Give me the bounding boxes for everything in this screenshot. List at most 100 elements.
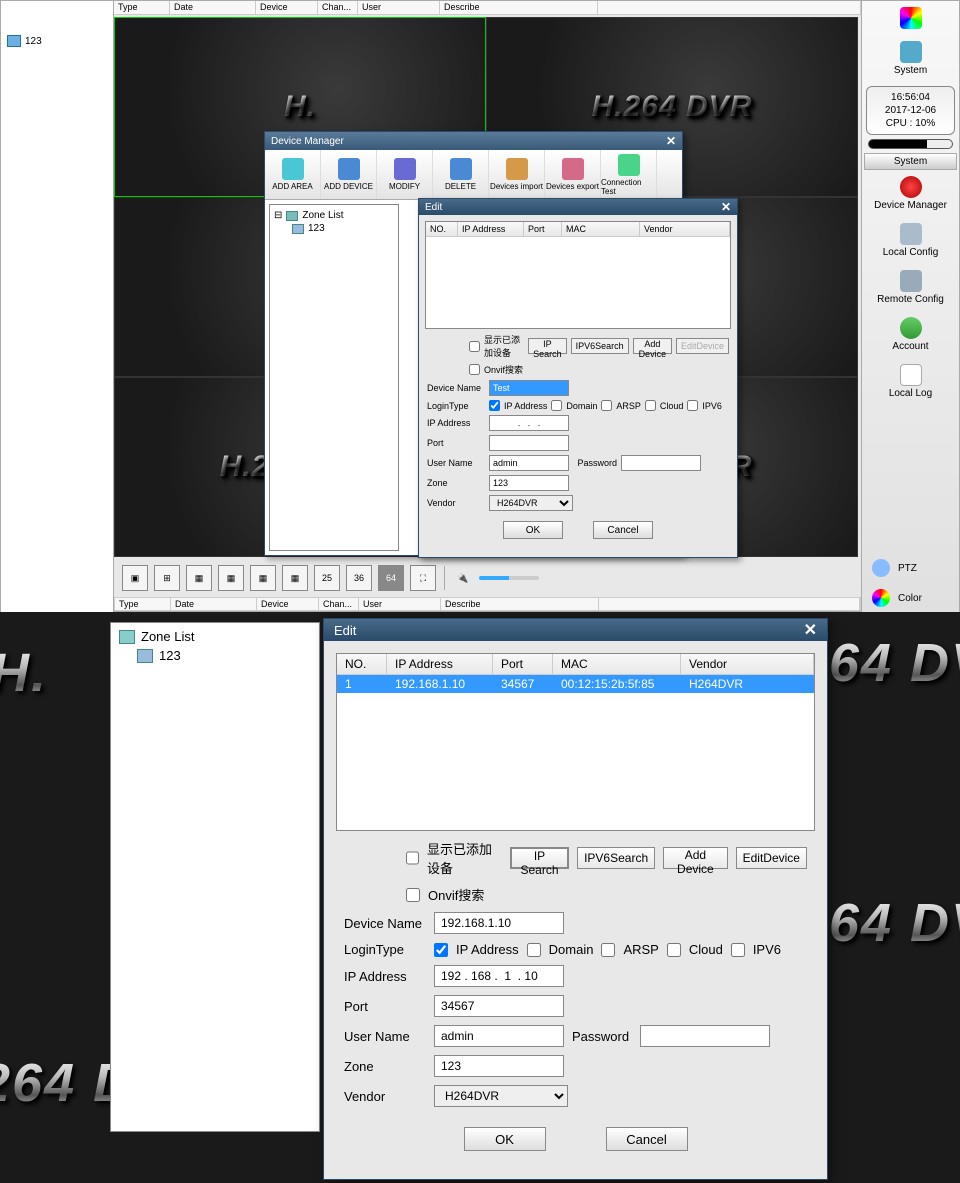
th-mac[interactable]: MAC <box>553 654 681 674</box>
cb-onvif[interactable] <box>406 888 420 902</box>
ip-input[interactable] <box>489 415 569 431</box>
cb-ipv6[interactable] <box>731 943 745 957</box>
cb-ip[interactable] <box>489 400 500 411</box>
layout-64[interactable]: 64 <box>378 565 404 591</box>
th-no[interactable]: NO. <box>337 654 387 674</box>
cb-show-added[interactable] <box>469 341 480 352</box>
cb-ip[interactable] <box>434 943 448 957</box>
dm-titlebar[interactable]: Device Manager ✕ <box>265 132 682 150</box>
cb-domain[interactable] <box>527 943 541 957</box>
dm-add-area[interactable]: ADD AREA <box>265 150 321 199</box>
cancel-button[interactable]: Cancel <box>606 1127 688 1151</box>
layout-4[interactable]: ⊞ <box>154 565 180 591</box>
rp-local-config[interactable]: Local Config <box>862 217 959 264</box>
rp-device-manager[interactable]: Device Manager <box>862 170 959 217</box>
rp-local-log[interactable]: Local Log <box>862 358 959 405</box>
cb-cloud[interactable] <box>645 400 656 411</box>
cb-ipv6[interactable] <box>687 400 698 411</box>
vendor-select[interactable]: H264DVR <box>434 1085 568 1107</box>
col-date-b[interactable]: Date <box>171 598 257 610</box>
th-vendor[interactable]: Vendor <box>640 222 730 236</box>
cb-onvif[interactable] <box>469 364 480 375</box>
plug-icon[interactable]: 🔌 <box>453 565 473 591</box>
edit-large-titlebar[interactable]: Edit ✕ <box>324 619 827 641</box>
th-port[interactable]: Port <box>493 654 553 674</box>
th-vendor[interactable]: Vendor <box>681 654 814 674</box>
zone-input[interactable] <box>489 475 569 491</box>
port-input[interactable] <box>489 435 569 451</box>
cb-show-added[interactable] <box>406 851 419 865</box>
rp-system-top[interactable]: System <box>862 35 959 82</box>
close-icon[interactable]: ✕ <box>721 200 731 214</box>
th-ip[interactable]: IP Address <box>458 222 524 236</box>
dm-conn-test[interactable]: Connection Test <box>601 150 657 199</box>
col-device-b[interactable]: Device <box>257 598 319 610</box>
rp-ptz[interactable]: PTZ <box>862 553 959 583</box>
th-no[interactable]: NO. <box>426 222 458 236</box>
add-device-button[interactable]: Add Device <box>633 338 672 354</box>
device-name-input[interactable] <box>434 912 564 934</box>
rp-color[interactable]: Color <box>862 583 959 613</box>
cb-arsp[interactable] <box>601 943 615 957</box>
rp-remote-config[interactable]: Remote Config <box>862 264 959 311</box>
ip-search-button[interactable]: IP Search <box>528 338 567 354</box>
username-input[interactable] <box>489 455 569 471</box>
zone-input[interactable] <box>434 1055 564 1077</box>
col-date[interactable]: Date <box>170 1 256 14</box>
rp-account[interactable]: Account <box>862 311 959 358</box>
col-user-b[interactable]: User <box>359 598 441 610</box>
layout-36[interactable]: 36 <box>346 565 372 591</box>
ipv6-search-button[interactable]: IPV6Search <box>571 338 629 354</box>
ipv6-search-button[interactable]: IPV6Search <box>577 847 655 869</box>
edit-device-button[interactable]: EditDevice <box>736 847 807 869</box>
close-icon[interactable]: ✕ <box>666 134 676 148</box>
username-input[interactable] <box>434 1025 564 1047</box>
zone-item-123[interactable]: 123 <box>133 646 315 665</box>
edit-titlebar[interactable]: Edit ✕ <box>419 199 737 215</box>
layout-9[interactable]: ▦ <box>218 565 244 591</box>
col-type-b[interactable]: Type <box>115 598 171 610</box>
layout-6[interactable]: ▦ <box>186 565 212 591</box>
th-mac[interactable]: MAC <box>562 222 640 236</box>
volume-slider[interactable] <box>479 576 539 580</box>
add-device-button[interactable]: Add Device <box>663 847 728 869</box>
device-row-selected[interactable]: 1 192.168.1.10 34567 00:12:15:2b:5f:85 H… <box>337 675 814 693</box>
cb-cloud[interactable] <box>667 943 681 957</box>
ip-search-button[interactable]: IP Search <box>510 847 569 869</box>
password-input[interactable] <box>621 455 701 471</box>
col-user[interactable]: User <box>358 1 440 14</box>
col-type[interactable]: Type <box>114 1 170 14</box>
ip-input[interactable] <box>434 965 564 987</box>
layout-16[interactable]: ▦ <box>250 565 276 591</box>
rp-color-top[interactable] <box>862 1 959 35</box>
th-port[interactable]: Port <box>524 222 562 236</box>
cb-domain[interactable] <box>551 400 562 411</box>
tree-toggle[interactable]: ⊟ <box>274 210 282 221</box>
layout-25[interactable]: 25 <box>314 565 340 591</box>
cancel-button[interactable]: Cancel <box>593 521 653 539</box>
layout-20[interactable]: ▦ <box>282 565 308 591</box>
col-device[interactable]: Device <box>256 1 318 14</box>
dm-delete[interactable]: DELETE <box>433 150 489 199</box>
tree-node-123[interactable]: 123 <box>5 33 109 49</box>
dm-modify[interactable]: MODIFY <box>377 150 433 199</box>
col-channel[interactable]: Chan... <box>318 1 358 14</box>
ok-button[interactable]: OK <box>464 1127 546 1151</box>
dm-import[interactable]: Devices import <box>489 150 545 199</box>
port-input[interactable] <box>434 995 564 1017</box>
fullscreen-button[interactable]: ⛶ <box>410 565 436 591</box>
dm-add-device[interactable]: ADD DEVICE <box>321 150 377 199</box>
close-icon[interactable]: ✕ <box>804 620 817 640</box>
vendor-select[interactable]: H264DVR <box>489 495 573 511</box>
ok-button[interactable]: OK <box>503 521 563 539</box>
col-channel-b[interactable]: Chan... <box>319 598 359 610</box>
tree-zone-123[interactable]: 123 <box>292 222 394 235</box>
device-name-input[interactable] <box>489 380 569 396</box>
tree-zone-list[interactable]: ⊟Zone List <box>274 209 394 222</box>
col-describe[interactable]: Describe <box>440 1 598 14</box>
cb-arsp[interactable] <box>601 400 612 411</box>
col-describe-b[interactable]: Describe <box>441 598 599 610</box>
password-input[interactable] <box>640 1025 770 1047</box>
layout-1[interactable]: ▣ <box>122 565 148 591</box>
dm-export[interactable]: Devices export <box>545 150 601 199</box>
